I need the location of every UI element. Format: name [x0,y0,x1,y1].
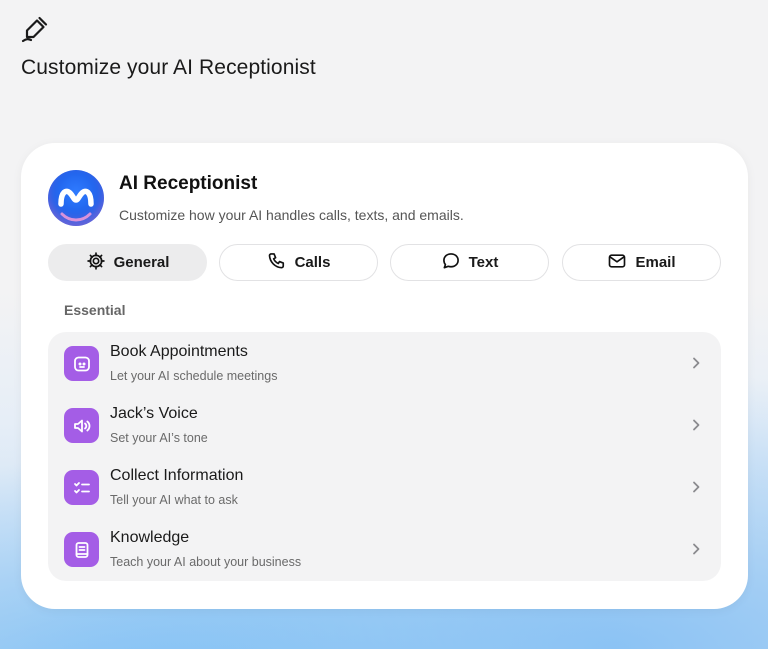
gear-icon [86,251,106,275]
list-item-voice[interactable]: Jack’s Voice Set your AI’s tone [48,394,721,456]
tab-email[interactable]: Email [562,244,721,281]
item-subtitle: Let your AI schedule meetings [110,369,278,383]
tab-calls[interactable]: Calls [219,244,378,281]
tab-label: Email [635,254,676,271]
chevron-right-icon [693,357,700,369]
tab-label: Calls [294,254,331,271]
page-title: Customize your AI Receptionist [21,56,316,79]
chat-bubble-icon [441,251,461,275]
brand-logo-icon [48,170,104,226]
tab-text[interactable]: Text [390,244,549,281]
list-item-collect-information[interactable]: Collect Information Tell your AI what to… [48,456,721,518]
item-title: Collect Information [110,467,244,484]
card-title: AI Receptionist [119,173,258,194]
item-subtitle: Tell your AI what to ask [110,493,238,507]
book-icon [64,532,99,567]
tab-label: Text [468,254,499,271]
item-title: Jack’s Voice [110,405,198,422]
settings-card: AI Receptionist Customize how your AI ha… [21,143,748,609]
item-subtitle: Teach your AI about your business [110,555,302,569]
item-subtitle: Set your AI’s tone [110,431,208,445]
chevron-right-icon [693,419,700,431]
pen-edit-icon [20,14,50,44]
list-item-knowledge[interactable]: Knowledge Teach your AI about your busin… [48,518,721,580]
list-item-book-appointments[interactable]: Book Appointments Let your AI schedule m… [48,332,721,394]
tab-general[interactable]: General [48,244,207,281]
checklist-icon [64,470,99,505]
item-title: Book Appointments [110,343,248,360]
calendar-icon [64,346,99,381]
chevron-right-icon [693,481,700,493]
phone-icon [267,251,287,275]
speaker-icon [64,408,99,443]
item-title: Knowledge [110,529,190,546]
tab-bar: General Calls Text Email [48,244,721,281]
settings-list: Book Appointments Let your AI schedule m… [48,332,721,581]
card-subtitle: Customize how your AI handles calls, tex… [119,207,464,223]
section-label: Essential [64,302,126,318]
chevron-right-icon [693,543,700,555]
tab-label: General [113,254,170,271]
envelope-icon [607,251,627,275]
